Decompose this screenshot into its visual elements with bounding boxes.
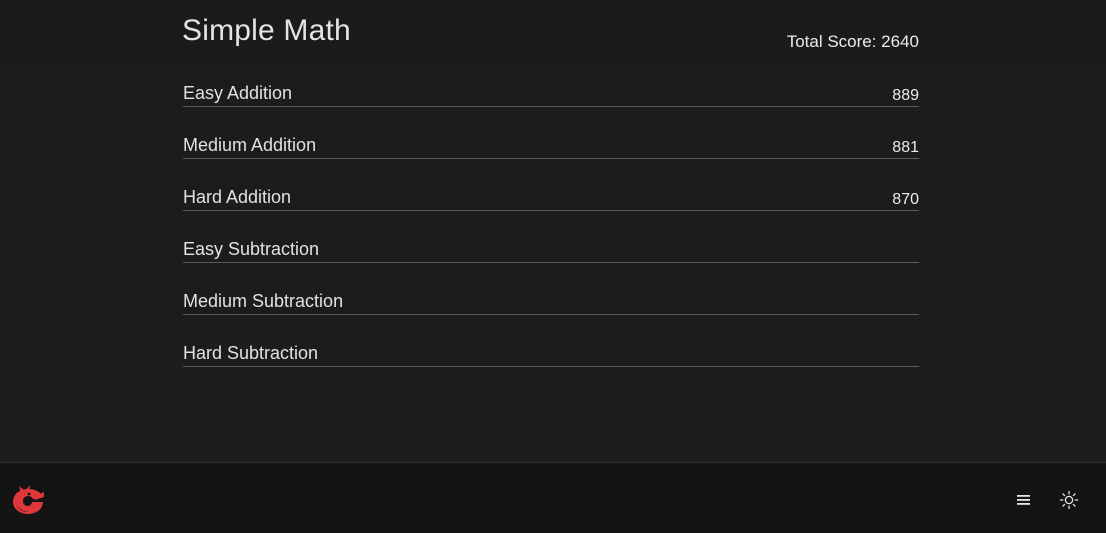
category-label: Easy Addition [183,83,293,103]
category-medium-addition[interactable]: Medium Addition 881 [183,132,919,184]
category-hard-subtraction[interactable]: Hard Subtraction [183,340,919,392]
category-label: Easy Subtraction [183,239,320,259]
red-bird-logo-icon[interactable] [10,483,46,515]
category-label: Hard Addition [183,187,292,207]
category-score: 881 [892,139,919,156]
divider [183,158,919,159]
category-medium-subtraction[interactable]: Medium Subtraction [183,288,919,340]
footer-bar [0,462,1106,533]
header: Simple Math Total Score: 2640 [182,0,919,70]
category-label: Hard Subtraction [183,343,319,363]
divider [183,366,919,367]
page: Simple Math Total Score: 2640 Easy Addit… [0,0,1106,533]
category-score: 870 [892,191,919,208]
category-easy-subtraction[interactable]: Easy Subtraction [183,236,919,288]
divider [183,106,919,107]
hamburger-menu-icon[interactable] [1016,493,1032,507]
category-hard-addition[interactable]: Hard Addition 870 [183,184,919,236]
category-score: 889 [892,87,919,104]
divider [183,314,919,315]
page-title: Simple Math [182,14,351,47]
category-label: Medium Addition [183,135,317,155]
category-list: Easy Addition 889 Medium Addition 881 Ha… [183,80,919,392]
divider [183,262,919,263]
category-label: Medium Subtraction [183,291,344,311]
total-score: Total Score: 2640 [786,32,919,51]
category-easy-addition[interactable]: Easy Addition 889 [183,80,919,132]
sun-icon[interactable] [1059,490,1079,510]
divider [183,210,919,211]
main-content: Simple Math Total Score: 2640 Easy Addit… [182,0,919,367]
